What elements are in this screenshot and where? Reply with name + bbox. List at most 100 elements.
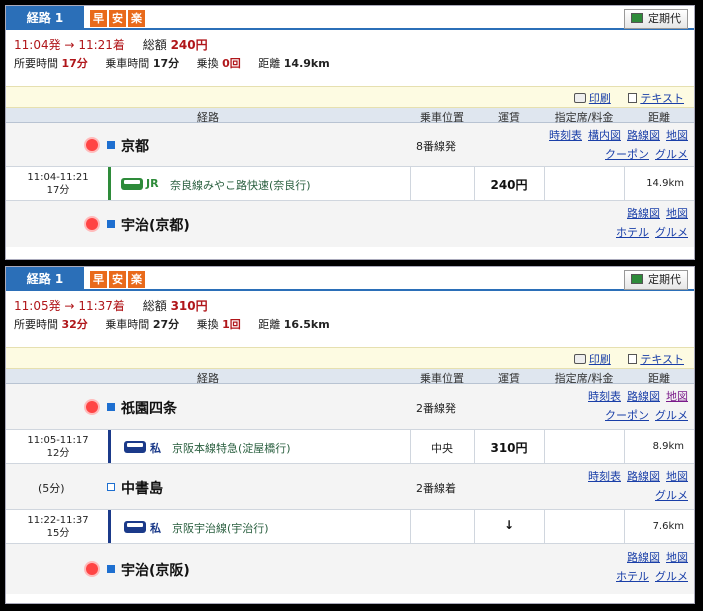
timetable-link[interactable]: 時刻表 [588,470,621,483]
segment-time: 11:04-11:21 17分 [12,171,104,197]
destination-station-row: 宇治(京都) 路線図 地図 ホテル グルメ [6,201,694,247]
train-name[interactable]: 京阪本線特急(淀屋橋行) [172,440,291,456]
train-name[interactable]: 京阪宇治線(宇治行) [172,520,269,536]
print-link[interactable]: 印刷 [589,92,611,105]
transfer-label: 乗換 [196,57,219,70]
gourmet-link[interactable]: グルメ [655,148,688,161]
wait-time: (5分) [38,482,65,495]
map-link[interactable]: 地図 [666,470,688,483]
station-links: 路線図 地図 ホテル グルメ [610,204,688,242]
arrive-time: 11:37着 [78,299,125,313]
cell-divider [410,167,411,200]
commuter-pass-label: 定期代 [648,273,681,286]
timetable-link[interactable]: 時刻表 [549,129,582,142]
transfer-station-row: (5分) 中書島 2番線着 時刻表 路線図 地図 グルメ [6,464,694,510]
station-links: 時刻表 構内図 路線図 地図 クーポン グルメ [543,126,688,164]
route-summary: 11:05発 → 11:37着 総額 310円 所要時間 32分 乗車時間 27… [6,291,694,347]
timetable-link[interactable]: 時刻表 [588,390,621,403]
transfer-label: 乗換 [196,318,219,331]
station-name[interactable]: 宇治(京都) [121,215,190,235]
print-bar: 印刷 テキスト [6,347,694,369]
cell-divider [624,167,625,200]
station-map-link[interactable]: 構内図 [588,129,621,142]
cell-divider [544,430,545,463]
destination-station-row: 宇治(京阪) 路線図 地図 ホテル グルメ [6,544,694,594]
route-tab[interactable]: 経路 1 [6,6,84,30]
total-fare-label: 総額 [142,299,167,313]
gourmet-link[interactable]: グルメ [655,570,688,583]
station-links: 時刻表 路線図 地図 グルメ [582,467,688,505]
hotel-link[interactable]: ホテル [616,226,649,239]
route-map-link[interactable]: 路線図 [627,551,660,564]
gourmet-link[interactable]: グルメ [655,489,688,502]
origin-station-row: 祇園四条 2番線発 時刻表 路線図 地図 クーポン グルメ [6,384,694,430]
segment-distance: 7.6km [652,521,684,532]
text-link[interactable]: テキスト [640,353,684,366]
table-header: 経路 乗車位置 運賃 指定席/料金 距離 [6,108,694,124]
gourmet-link[interactable]: グルメ [655,226,688,239]
map-link[interactable]: 地図 [666,551,688,564]
station-name[interactable]: 京都 [121,136,149,156]
segment-minutes: 12分 [46,448,70,459]
gourmet-link[interactable]: グルメ [655,409,688,422]
train-icon [121,178,143,190]
duration-value: 32分 [61,318,88,331]
total-fare: 240円 [170,38,208,52]
table-header: 経路 乗車位置 運賃 指定席/料金 距離 [6,369,694,385]
train-name[interactable]: 奈良線みやこ路快速(奈良行) [170,177,311,193]
text-icon [628,354,638,364]
pass-icon [631,274,643,284]
station-links: 路線図 地図 ホテル グルメ [610,548,688,586]
route-map-link[interactable]: 路線図 [627,470,660,483]
station-name[interactable]: 祇園四条 [121,398,177,418]
segment-fare: 310円 [490,441,528,455]
route-map-link[interactable]: 路線図 [627,207,660,220]
company-label: JR [146,177,159,190]
duration-value: 17分 [61,57,88,70]
duration-label: 所要時間 [14,318,58,331]
hotel-link[interactable]: ホテル [616,570,649,583]
station-name[interactable]: 中書島 [121,478,163,498]
company-label: 私 [150,522,161,535]
route-map-link[interactable]: 路線図 [627,390,660,403]
print-link[interactable]: 印刷 [589,353,611,366]
map-link[interactable]: 地図 [666,129,688,142]
station-name[interactable]: 宇治(京阪) [121,560,190,580]
ride-time-value: 27分 [152,318,180,331]
distance-label: 距離 [258,318,281,331]
distance-value: 14.9km [283,57,330,70]
coupon-link[interactable]: クーポン [605,409,649,422]
text-link[interactable]: テキスト [640,92,684,105]
segment-row: 11:22-11:37 15分 私 京阪宇治線(宇治行) ↓ 7.6km [6,510,694,544]
segment-time: 11:05-11:17 12分 [12,434,104,460]
route-map-link[interactable]: 路線図 [627,129,660,142]
sun-icon [86,218,98,230]
sun-icon [86,401,98,413]
fast-badge: 早 [90,10,107,27]
cell-divider [544,167,545,200]
printer-icon [573,354,586,364]
printer-icon [573,93,586,103]
cheap-badge: 安 [109,271,126,288]
transfer-value: 0回 [222,57,241,70]
depart-time: 11:05発 [14,299,61,313]
commuter-pass-label: 定期代 [648,12,681,25]
route-badges: 早安楽 [90,10,147,27]
total-fare-label: 総額 [142,38,167,52]
rail-line [108,167,111,200]
map-link[interactable]: 地図 [666,390,688,403]
ride-time-label: 乗車時間 [105,318,150,331]
segment-time-range: 11:22-11:37 [27,515,89,526]
coupon-link[interactable]: クーポン [605,148,649,161]
map-link[interactable]: 地図 [666,207,688,220]
cell-divider [624,430,625,463]
commuter-pass-button[interactable]: 定期代 [624,270,688,290]
commuter-pass-button[interactable]: 定期代 [624,9,688,29]
route-panel-1: 経路 1 早安楽 定期代 11:04発 → 11:21着 総額 240円 所要時… [5,5,695,260]
boarding-position: 中央 [431,442,453,455]
route-tab[interactable]: 経路 1 [6,267,84,291]
rail-line [108,430,111,463]
station-links: 時刻表 路線図 地図 クーポン グルメ [582,387,688,425]
route-badges: 早安楽 [90,271,147,288]
cell-divider [544,510,545,543]
